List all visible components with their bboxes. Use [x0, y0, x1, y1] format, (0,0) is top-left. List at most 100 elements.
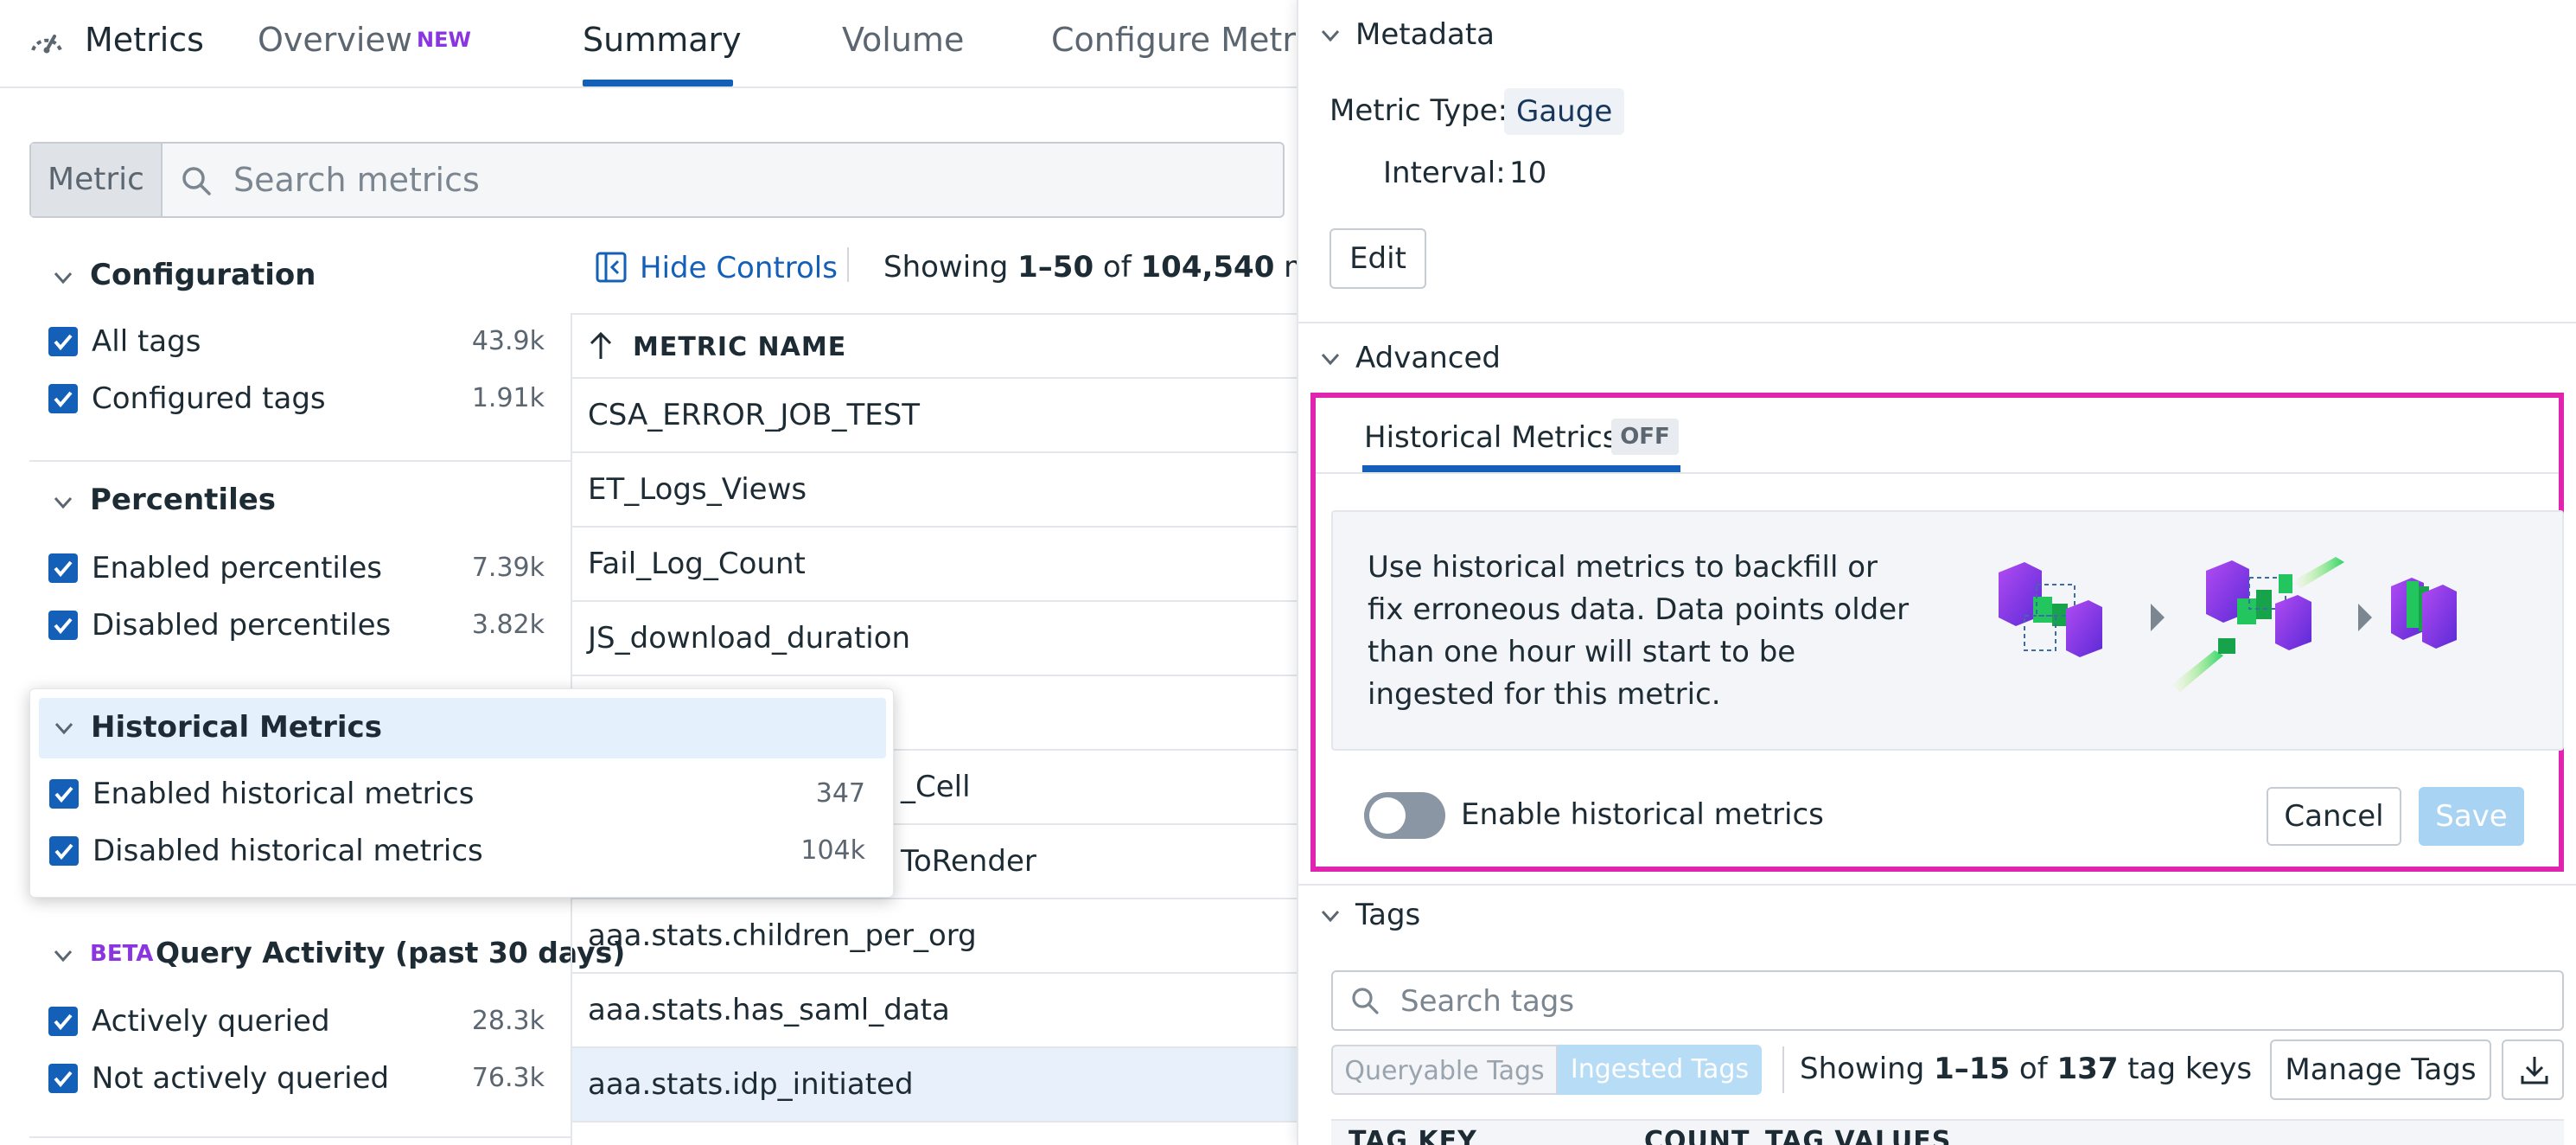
metric-name[interactable]: ToRender: [901, 844, 1036, 879]
metric-type-label: Metric Type:: [1329, 93, 1508, 128]
divider: [1316, 472, 2559, 474]
divider: [29, 460, 571, 462]
metric-name[interactable]: aaa.stats.children_per_org: [588, 918, 977, 953]
results-count-range: 1–50: [1017, 250, 1094, 285]
download-button[interactable]: [2502, 1039, 2564, 1100]
interval-label: Interval:: [1383, 156, 1506, 190]
table-header[interactable]: METRIC NAME: [572, 315, 1298, 379]
facet-count: 43.9k: [471, 326, 545, 356]
tag-search-input[interactable]: Search tags: [1331, 970, 2564, 1031]
checkbox-disabled-percentiles[interactable]: [48, 611, 78, 640]
facet-title-query-activity[interactable]: Query Activity (past 30 days): [156, 936, 625, 969]
facet-count: 76.3k: [471, 1063, 545, 1093]
metric-name[interactable]: aaa.stats.idp_initiated: [588, 1067, 914, 1102]
facet-count: 28.3k: [471, 1006, 545, 1036]
section-title-advanced[interactable]: Advanced: [1355, 341, 1501, 375]
top-navigation: Metrics Overview NEW Summary Volume Conf…: [0, 0, 1340, 88]
chevron-down-icon[interactable]: [52, 944, 74, 967]
chevron-down-icon[interactable]: [52, 491, 74, 514]
active-tab-indicator: [1362, 465, 1680, 472]
search-icon: [1350, 986, 1381, 1017]
chevron-down-icon[interactable]: [1319, 24, 1342, 47]
checkbox-all-tags[interactable]: [48, 327, 78, 356]
column-metric-name[interactable]: METRIC NAME: [633, 332, 846, 362]
metric-name[interactable]: aaa.stats.has_saml_data: [588, 993, 950, 1027]
column-tag-values[interactable]: TAG VALUES: [1765, 1126, 1951, 1145]
historical-metrics-description: Use historical metrics to backfill or fi…: [1368, 550, 1910, 712]
chevron-down-icon[interactable]: [1319, 905, 1342, 927]
tab-historical-metrics[interactable]: Historical Metrics: [1364, 420, 1617, 455]
backfill-illustration: [1990, 555, 2526, 711]
cancel-button[interactable]: Cancel: [2267, 787, 2401, 846]
app-title[interactable]: Metrics: [85, 21, 204, 59]
checkbox-enabled-percentiles[interactable]: [48, 553, 78, 583]
divider: [1298, 884, 2576, 886]
search-input[interactable]: Search metrics: [233, 161, 480, 199]
facet-title-percentiles[interactable]: Percentiles: [90, 483, 276, 517]
checkbox-actively-queried[interactable]: [48, 1007, 78, 1036]
metric-type-value: Gauge: [1504, 88, 1625, 135]
checkbox-enabled-historical[interactable]: [49, 779, 79, 809]
manage-tags-button[interactable]: Manage Tags: [2270, 1039, 2491, 1100]
table-row[interactable]: aaa.stats.children_per_org: [572, 899, 1298, 974]
divider: [847, 247, 849, 282]
beta-badge: BETA: [90, 941, 154, 967]
table-row[interactable]: aaa.stats.has_saml_data: [572, 974, 1298, 1048]
ingested-tags-toggle[interactable]: Ingested Tags: [1558, 1045, 1762, 1095]
section-title-tags[interactable]: Tags: [1355, 898, 1420, 932]
facet-count: 104k: [800, 835, 865, 866]
facet-count: 3.82k: [471, 610, 545, 640]
facet-header-historical[interactable]: Historical Metrics: [39, 698, 886, 758]
facet-label: All tags: [92, 324, 201, 359]
divider: [29, 1136, 571, 1138]
tab-summary[interactable]: Summary: [583, 21, 742, 59]
historical-metrics-info: Use historical metrics to backfill or fi…: [1331, 510, 2564, 751]
tag-count-suffix: tag keys: [2118, 1052, 2253, 1086]
hide-controls-button[interactable]: Hide Controls: [640, 251, 838, 285]
tab-overview[interactable]: Overview: [258, 21, 412, 59]
search-scope-chip[interactable]: Metric: [31, 144, 163, 216]
metric-name[interactable]: JS_download_duration: [588, 621, 910, 656]
hide-controls-icon[interactable]: [595, 251, 628, 284]
facet-label: Actively queried: [92, 1004, 330, 1039]
metric-detail-panel: Metadata Metric Type: Gauge Interval: 10…: [1297, 0, 2576, 1145]
metric-name[interactable]: _Cell: [901, 770, 971, 804]
column-tag-key[interactable]: TAG KEY: [1349, 1126, 1477, 1145]
active-tab-indicator: [583, 80, 733, 86]
metric-search-bar[interactable]: Metric Search metrics: [29, 142, 1285, 218]
checkbox-disabled-historical[interactable]: [49, 836, 79, 866]
checkbox-not-actively-queried[interactable]: [48, 1064, 78, 1093]
facet-label: Enabled percentiles: [92, 551, 382, 585]
results-count-of: of: [1094, 250, 1141, 285]
facet-count: 347: [815, 778, 865, 809]
tag-count-total: 137: [2056, 1052, 2119, 1086]
toggle-knob: [1369, 797, 1406, 834]
facet-label: Not actively queried: [92, 1061, 390, 1096]
section-title-metadata[interactable]: Metadata: [1355, 17, 1495, 52]
tab-volume[interactable]: Volume: [842, 21, 964, 59]
queryable-tags-toggle[interactable]: Queryable Tags: [1331, 1045, 1558, 1095]
tag-search-placeholder[interactable]: Search tags: [1400, 984, 1574, 1019]
chevron-down-icon[interactable]: [1319, 348, 1342, 370]
chevron-down-icon[interactable]: [53, 717, 75, 739]
edit-button[interactable]: Edit: [1329, 228, 1426, 289]
table-row[interactable]: ET_Logs_Views: [572, 453, 1298, 528]
facet-label: Enabled historical metrics: [92, 777, 475, 811]
checkbox-configured-tags[interactable]: [48, 384, 78, 413]
facet-title-historical[interactable]: Historical Metrics: [91, 710, 382, 745]
facet-title-configuration[interactable]: Configuration: [90, 258, 316, 292]
table-row[interactable]: JS_download_duration: [572, 602, 1298, 676]
tag-results-count: Showing 1–15 of 137 tag keys: [1800, 1052, 2252, 1086]
metric-name[interactable]: ET_Logs_Views: [588, 472, 807, 507]
table-row-selected[interactable]: aaa.stats.idp_initiated: [572, 1048, 1298, 1123]
table-row[interactable]: CSA_ERROR_JOB_TEST: [572, 379, 1298, 453]
save-button[interactable]: Save: [2419, 787, 2524, 846]
column-count[interactable]: COUNT: [1644, 1126, 1750, 1145]
metric-name[interactable]: Fail_Log_Count: [588, 547, 806, 581]
metric-name[interactable]: CSA_ERROR_JOB_TEST: [588, 398, 920, 432]
enable-historical-toggle[interactable]: [1364, 792, 1445, 839]
sort-ascending-icon[interactable]: [586, 330, 615, 361]
table-row[interactable]: Fail_Log_Count: [572, 528, 1298, 602]
status-badge: OFF: [1611, 419, 1679, 455]
chevron-down-icon[interactable]: [52, 266, 74, 289]
